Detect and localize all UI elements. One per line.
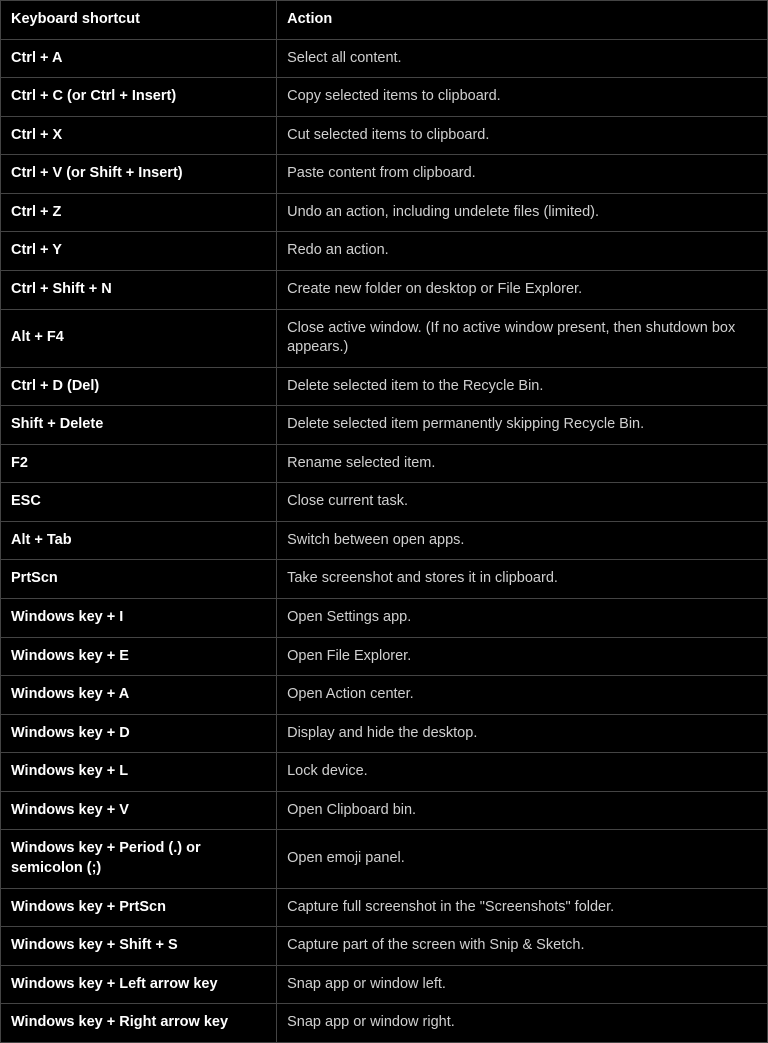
shortcut-cell: Windows key + Right arrow key <box>1 1004 277 1043</box>
table-row: Ctrl + XCut selected items to clipboard. <box>1 116 768 155</box>
shortcut-cell: Windows key + E <box>1 637 277 676</box>
table-row: Windows key + PrtScnCapture full screens… <box>1 888 768 927</box>
shortcut-cell: ESC <box>1 483 277 522</box>
shortcut-cell: Windows key + Period (.) or semicolon (;… <box>1 830 277 888</box>
action-cell: Rename selected item. <box>277 444 768 483</box>
table-row: PrtScnTake screenshot and stores it in c… <box>1 560 768 599</box>
shortcut-cell: PrtScn <box>1 560 277 599</box>
action-cell: Snap app or window left. <box>277 965 768 1004</box>
shortcut-cell: Ctrl + D (Del) <box>1 367 277 406</box>
table-row: Alt + F4Close active window. (If no acti… <box>1 309 768 367</box>
action-cell: Capture full screenshot in the "Screensh… <box>277 888 768 927</box>
header-action: Action <box>277 1 768 40</box>
table-row: Windows key + AOpen Action center. <box>1 676 768 715</box>
action-cell: Open File Explorer. <box>277 637 768 676</box>
shortcut-cell: F2 <box>1 444 277 483</box>
shortcut-cell: Alt + Tab <box>1 521 277 560</box>
table-header-row: Keyboard shortcut Action <box>1 1 768 40</box>
table-row: Windows key + Shift + SCapture part of t… <box>1 927 768 966</box>
table-row: Windows key + Left arrow keySnap app or … <box>1 965 768 1004</box>
shortcut-cell: Ctrl + C (or Ctrl + Insert) <box>1 78 277 117</box>
action-cell: Undo an action, including undelete files… <box>277 193 768 232</box>
table-row: Windows key + DDisplay and hide the desk… <box>1 714 768 753</box>
shortcut-cell: Windows key + Left arrow key <box>1 965 277 1004</box>
table-row: Windows key + LLock device. <box>1 753 768 792</box>
table-row: Windows key + Right arrow keySnap app or… <box>1 1004 768 1043</box>
shortcut-cell: Ctrl + Z <box>1 193 277 232</box>
shortcut-cell: Alt + F4 <box>1 309 277 367</box>
table-row: Windows key + VOpen Clipboard bin. <box>1 791 768 830</box>
shortcuts-table: Keyboard shortcut Action Ctrl + ASelect … <box>0 0 768 1043</box>
action-cell: Snap app or window right. <box>277 1004 768 1043</box>
action-cell: Copy selected items to clipboard. <box>277 78 768 117</box>
table-row: Ctrl + YRedo an action. <box>1 232 768 271</box>
action-cell: Lock device. <box>277 753 768 792</box>
shortcut-cell: Windows key + Shift + S <box>1 927 277 966</box>
action-cell: Open Settings app. <box>277 599 768 638</box>
table-row: Shift + DeleteDelete selected item perma… <box>1 406 768 445</box>
action-cell: Paste content from clipboard. <box>277 155 768 194</box>
action-cell: Delete selected item to the Recycle Bin. <box>277 367 768 406</box>
shortcut-cell: Ctrl + Y <box>1 232 277 271</box>
action-cell: Open Action center. <box>277 676 768 715</box>
action-cell: Capture part of the screen with Snip & S… <box>277 927 768 966</box>
shortcut-cell: Windows key + V <box>1 791 277 830</box>
table-row: Ctrl + V (or Shift + Insert)Paste conten… <box>1 155 768 194</box>
table-body: Ctrl + ASelect all content.Ctrl + C (or … <box>1 39 768 1042</box>
shortcut-cell: Windows key + I <box>1 599 277 638</box>
table-row: Windows key + IOpen Settings app. <box>1 599 768 638</box>
action-cell: Open Clipboard bin. <box>277 791 768 830</box>
action-cell: Select all content. <box>277 39 768 78</box>
action-cell: Close active window. (If no active windo… <box>277 309 768 367</box>
table-row: ESCClose current task. <box>1 483 768 522</box>
table-row: Windows key + Period (.) or semicolon (;… <box>1 830 768 888</box>
table-row: Ctrl + ZUndo an action, including undele… <box>1 193 768 232</box>
table-row: Ctrl + D (Del)Delete selected item to th… <box>1 367 768 406</box>
shortcut-cell: Ctrl + A <box>1 39 277 78</box>
shortcut-cell: Ctrl + Shift + N <box>1 270 277 309</box>
shortcut-cell: Ctrl + V (or Shift + Insert) <box>1 155 277 194</box>
shortcut-cell: Windows key + D <box>1 714 277 753</box>
shortcut-cell: Windows key + A <box>1 676 277 715</box>
shortcut-cell: Windows key + PrtScn <box>1 888 277 927</box>
action-cell: Switch between open apps. <box>277 521 768 560</box>
header-shortcut: Keyboard shortcut <box>1 1 277 40</box>
table-row: F2Rename selected item. <box>1 444 768 483</box>
action-cell: Delete selected item permanently skippin… <box>277 406 768 445</box>
table-row: Alt + TabSwitch between open apps. <box>1 521 768 560</box>
table-row: Ctrl + C (or Ctrl + Insert)Copy selected… <box>1 78 768 117</box>
table-row: Windows key + EOpen File Explorer. <box>1 637 768 676</box>
table-row: Ctrl + Shift + NCreate new folder on des… <box>1 270 768 309</box>
action-cell: Cut selected items to clipboard. <box>277 116 768 155</box>
shortcut-cell: Windows key + L <box>1 753 277 792</box>
action-cell: Take screenshot and stores it in clipboa… <box>277 560 768 599</box>
shortcut-cell: Ctrl + X <box>1 116 277 155</box>
action-cell: Display and hide the desktop. <box>277 714 768 753</box>
action-cell: Close current task. <box>277 483 768 522</box>
action-cell: Open emoji panel. <box>277 830 768 888</box>
action-cell: Redo an action. <box>277 232 768 271</box>
action-cell: Create new folder on desktop or File Exp… <box>277 270 768 309</box>
shortcut-cell: Shift + Delete <box>1 406 277 445</box>
table-row: Ctrl + ASelect all content. <box>1 39 768 78</box>
